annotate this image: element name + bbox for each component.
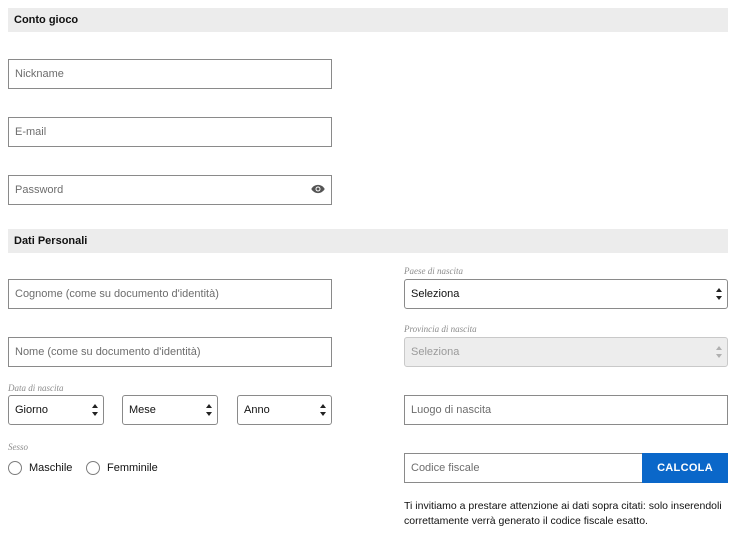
calculate-button[interactable]: CALCOLA [642, 453, 728, 483]
select-arrows-icon [320, 404, 326, 416]
male-label[interactable]: Maschile [29, 462, 72, 474]
select-arrows-icon [716, 288, 722, 300]
tax-code-notice: Ti invitiamo a prestare attenzione ai da… [404, 500, 722, 527]
female-label[interactable]: Femminile [107, 462, 158, 474]
birth-day-value: Giorno [15, 404, 49, 416]
name-input[interactable] [8, 337, 332, 367]
birth-month-value: Mese [129, 404, 156, 416]
password-input[interactable] [8, 175, 332, 205]
section-header-account: Conto gioco [8, 8, 728, 32]
select-arrows-icon [206, 404, 212, 416]
male-radio[interactable] [8, 461, 22, 475]
birth-day-select[interactable]: Giorno [8, 395, 104, 425]
email-input[interactable] [8, 117, 332, 147]
section-header-personal: Dati Personali [8, 229, 728, 253]
nickname-input[interactable] [8, 59, 332, 89]
birth-province-label: Provincia di nascita [404, 324, 477, 334]
birth-date-label: Data di nascita [8, 383, 64, 393]
tax-code-input[interactable] [404, 453, 643, 483]
sex-label: Sesso [8, 442, 28, 452]
birth-country-label: Paese di nascita [404, 266, 463, 276]
surname-input[interactable] [8, 279, 332, 309]
birth-month-select[interactable]: Mese [122, 395, 218, 425]
birth-year-value: Anno [244, 404, 270, 416]
female-radio[interactable] [86, 461, 100, 475]
birth-country-select[interactable]: Seleziona [404, 279, 728, 309]
birth-year-select[interactable]: Anno [237, 395, 332, 425]
birth-province-value: Seleziona [411, 346, 460, 358]
eye-icon[interactable] [311, 183, 325, 195]
birth-country-value: Seleziona [411, 288, 460, 300]
birth-place-input[interactable] [404, 395, 728, 425]
select-arrows-icon [92, 404, 98, 416]
birth-province-select[interactable]: Seleziona [404, 337, 728, 367]
select-arrows-icon [716, 346, 722, 358]
